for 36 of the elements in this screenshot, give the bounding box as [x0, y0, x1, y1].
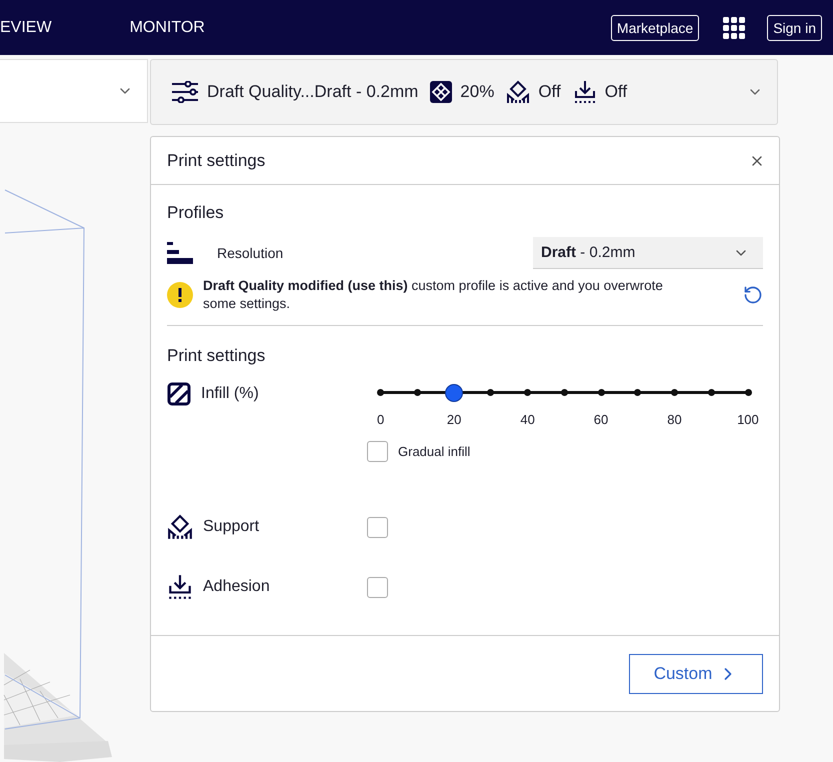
checkbox[interactable]	[367, 441, 388, 462]
sign-in-button[interactable]: Sign in	[767, 14, 822, 40]
checkbox[interactable]	[367, 516, 388, 538]
custom-button[interactable]: Custom	[629, 654, 763, 694]
apps-grid-icon[interactable]	[723, 16, 746, 38]
resolution-label: Resolution	[217, 245, 284, 261]
tick-label: 20	[446, 412, 462, 427]
warning-icon	[167, 282, 193, 308]
adhesion-icon	[572, 80, 597, 104]
profile-notice: Draft Quality modified (use this) custom profile is active and you overwrote some settings.	[203, 277, 664, 313]
infill-label: Infill (%)	[201, 385, 259, 403]
support-label: Support	[203, 518, 260, 536]
gradual-infill-label: Gradual infill	[398, 444, 470, 459]
tick-label: 40	[519, 412, 536, 427]
marketplace-button[interactable]: Marketplace	[610, 14, 700, 40]
tick-label: 60	[592, 412, 610, 427]
reset-icon[interactable]	[743, 285, 763, 305]
resolution-select[interactable]: Draft - 0.2mm	[533, 237, 763, 269]
support-icon	[506, 80, 530, 104]
tick-label: 80	[666, 412, 683, 427]
resolution-icon	[167, 241, 193, 265]
nav-tab[interactable]: EVIEW	[0, 18, 52, 36]
print-settings-bar[interactable]: Draft Quality...Draft - 0.2mm 20% Off Off	[150, 59, 778, 125]
section-heading: Print settings	[167, 346, 266, 366]
adhesion-label: Adhesion	[203, 578, 270, 596]
infill-icon	[167, 382, 191, 406]
infill-pattern-icon	[430, 81, 452, 103]
nav-tab[interactable]: MONITOR	[130, 18, 205, 36]
tick-label: 100	[736, 412, 760, 427]
adhesion-icon	[167, 574, 193, 600]
panel-title: Print settings	[167, 150, 266, 170]
tick-label: 0	[376, 412, 386, 427]
checkbox[interactable]	[367, 576, 388, 598]
sliders-icon	[171, 81, 199, 103]
support-icon	[167, 514, 193, 540]
section-heading: Profiles	[167, 203, 225, 223]
